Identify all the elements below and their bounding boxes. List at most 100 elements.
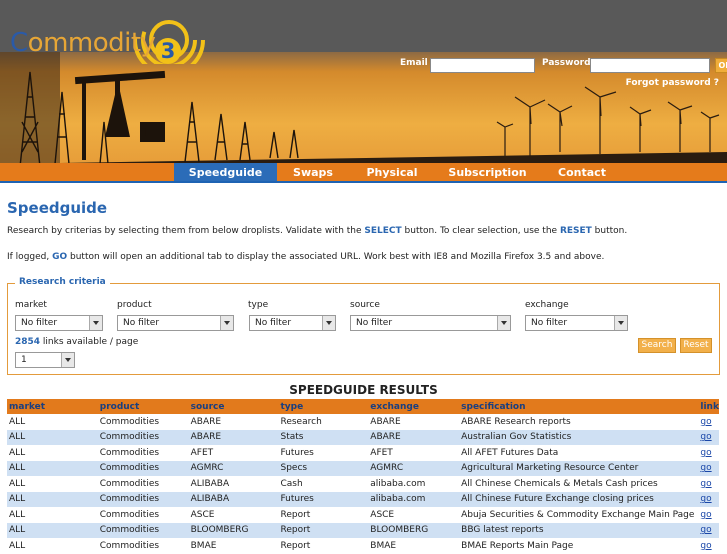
specification-cell: All Chinese Chemicals & Metals Cash pric… — [459, 476, 699, 492]
type-cell: Report — [278, 538, 369, 554]
research-criteria-panel: Research criteria market product type so… — [7, 277, 720, 375]
source-cell: ALIBABA — [188, 491, 279, 507]
table-row: ALL Commodities ASCE Report ASCE Abuja Securi… — [7, 507, 719, 523]
forgot-password-link[interactable]: Forgot password ? — [626, 78, 719, 88]
link-cell: go — [698, 445, 719, 461]
go-link[interactable]: go — [700, 525, 711, 535]
tab-swaps[interactable]: Swaps — [277, 163, 349, 183]
type-label: type — [248, 300, 269, 310]
go-link[interactable]: go — [700, 448, 711, 458]
nav-underline — [0, 181, 727, 183]
chevron-down-icon — [497, 316, 510, 330]
intro-line-1: Research by criterias by selecting them … — [7, 226, 628, 236]
specification-cell: BMAE Reports Main Page — [459, 538, 699, 554]
type-cell: Stats — [278, 429, 369, 445]
type-cell: Report — [278, 522, 369, 538]
link-cell: go — [698, 429, 719, 445]
link-cell: go — [698, 507, 719, 523]
tab-contact[interactable]: Contact — [548, 163, 616, 183]
exchange-cell: ABARE — [368, 414, 460, 430]
specification-cell: BBG latest reports — [459, 522, 699, 538]
product-cell: Commodities — [97, 476, 189, 492]
email-input[interactable] — [430, 58, 535, 73]
search-button[interactable]: Search — [638, 338, 676, 353]
column-header-product[interactable]: product — [97, 399, 189, 414]
market-cell: ALL — [7, 414, 98, 430]
column-header-type[interactable]: type — [278, 399, 369, 414]
logo-text: Commodity — [10, 28, 156, 58]
source-label: source — [350, 300, 380, 310]
link-cell: go — [698, 491, 719, 507]
type-cell: Research — [278, 414, 369, 430]
link-cell: go — [698, 538, 719, 554]
go-link[interactable]: go — [700, 494, 711, 504]
type-cell: Report — [278, 507, 369, 523]
brand-logo[interactable]: Commodity 3 — [4, 2, 214, 64]
chevron-down-icon — [89, 316, 102, 330]
go-link[interactable]: go — [700, 417, 711, 427]
market-cell: ALL — [7, 491, 98, 507]
table-row: ALL Commodities AFET Futures AFET All AFET Fu… — [7, 445, 719, 461]
type-cell: Specs — [278, 460, 369, 476]
exchange-cell: alibaba.com — [368, 491, 460, 507]
tab-speedguide[interactable]: Speedguide — [174, 163, 277, 183]
source-cell: AGMRC — [188, 460, 279, 476]
exchange-select[interactable]: No filter — [525, 315, 628, 331]
page-title: Speedguide — [7, 199, 108, 217]
market-cell: ALL — [7, 522, 98, 538]
type-cell: Cash — [278, 476, 369, 492]
market-cell: ALL — [7, 460, 98, 476]
column-header-source[interactable]: source — [188, 399, 279, 414]
column-header-link[interactable]: link — [698, 399, 719, 414]
tab-physical[interactable]: Physical — [353, 163, 431, 183]
link-cell: go — [698, 414, 719, 430]
column-header-specification[interactable]: specification — [459, 399, 699, 414]
specification-cell: Agricultural Marketing Resource Center — [459, 460, 699, 476]
table-row: ALL Commodities BMAE Report BMAE BMAE Reports… — [7, 538, 719, 554]
link-cell: go — [698, 522, 719, 538]
go-link[interactable]: go — [700, 432, 711, 442]
exchange-cell: BMAE — [368, 538, 460, 554]
source-select[interactable]: No filter — [350, 315, 511, 331]
specification-cell: ABARE Research reports — [459, 414, 699, 430]
exchange-cell: ABARE — [368, 429, 460, 445]
table-row: ALL Commodities BLOOMBERG Report BLOOMBERG BB… — [7, 522, 719, 538]
reset-button[interactable]: Reset — [680, 338, 712, 353]
table-row: ALL Commodities ABARE Research ABARE ABARE Re… — [7, 414, 719, 430]
go-link[interactable]: go — [700, 463, 711, 473]
table-row: ALL Commodities AGMRC Specs AGMRC Agricultura… — [7, 460, 719, 476]
product-label: product — [117, 300, 152, 310]
type-select[interactable]: No filter — [249, 315, 336, 331]
results-title: SPEEDGUIDE RESULTS — [289, 383, 438, 397]
table-row: ALL Commodities ALIBABA Cash alibaba.com All … — [7, 476, 719, 492]
product-cell: Commodities — [97, 507, 189, 523]
source-cell: AFET — [188, 445, 279, 461]
research-criteria-legend: Research criteria — [15, 277, 110, 287]
exchange-cell: alibaba.com — [368, 476, 460, 492]
link-cell: go — [698, 460, 719, 476]
tab-subscription[interactable]: Subscription — [440, 163, 535, 183]
password-label: Password — [542, 58, 591, 68]
column-header-exchange[interactable]: exchange — [368, 399, 460, 414]
market-cell: ALL — [7, 507, 98, 523]
login-ok-button[interactable]: OK — [715, 58, 727, 73]
type-cell: Futures — [278, 491, 369, 507]
product-select[interactable]: No filter — [117, 315, 234, 331]
source-cell: BLOOMBERG — [188, 522, 279, 538]
exchange-cell: ASCE — [368, 507, 460, 523]
results-table: market product source type exchange spec… — [7, 399, 719, 554]
go-link[interactable]: go — [700, 541, 711, 551]
exchange-cell: AFET — [368, 445, 460, 461]
product-cell: Commodities — [97, 414, 189, 430]
product-cell: Commodities — [97, 429, 189, 445]
go-link[interactable]: go — [700, 479, 711, 489]
page-select[interactable]: 1 — [15, 352, 75, 368]
market-select[interactable]: No filter — [15, 315, 103, 331]
results-body: ALL Commodities ABARE Research ABARE ABARE Re… — [7, 414, 719, 554]
table-row: ALL Commodities ABARE Stats ABARE Australian … — [7, 429, 719, 445]
password-input[interactable] — [590, 58, 710, 73]
source-cell: ABARE — [188, 429, 279, 445]
go-link[interactable]: go — [700, 510, 711, 520]
market-cell: ALL — [7, 538, 98, 554]
column-header-market[interactable]: market — [7, 399, 98, 414]
